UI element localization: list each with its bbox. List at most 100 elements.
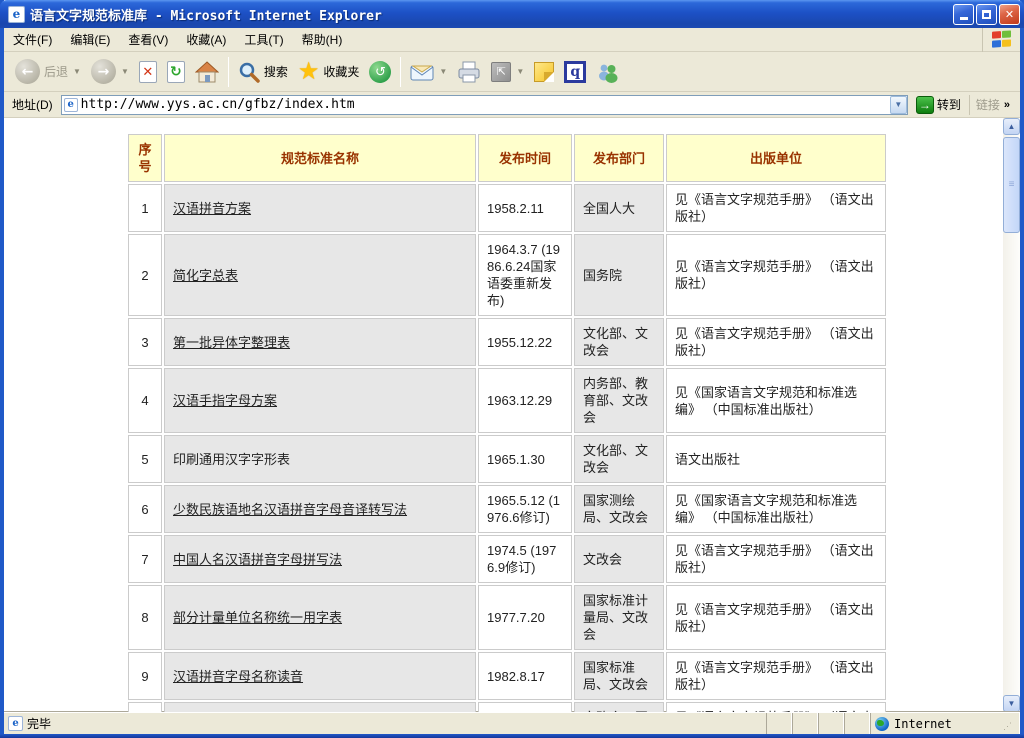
search-label: 搜索 [264,63,288,80]
standard-link[interactable]: 汉语拼音方案 [173,201,251,216]
close-button[interactable]: ✕ [999,4,1020,25]
table-row: 3 第一批异体字整理表 1955.12.22 文化部、文改会 见《语言文字规范手… [128,318,886,366]
row-pub: 见《语言文字规范手册》 （语文出版社） [666,652,886,700]
row-date: 1977.7.20 [478,585,572,650]
menu-help[interactable]: 帮助(H) [293,27,352,52]
security-zone-pane: Internet ⋰ [870,713,1020,734]
toolbar: ← 后退 ▼ → ▼ ✕ ↻ 搜索 [4,52,1020,92]
go-arrow-icon: → [916,96,934,114]
row-name: 汉语手指字母方案 [164,368,476,433]
links-label: 链接 [976,96,1000,113]
row-date: 1955.12.22 [478,318,572,366]
address-input[interactable] [81,97,890,112]
history-icon: ↺ [369,61,391,83]
row-pub: 语文出版社 [666,435,886,483]
col-header-dept: 发布部门 [574,134,664,182]
edit-button[interactable]: ⇱ ▼ [486,60,529,84]
search-button[interactable]: 搜索 [233,59,293,85]
row-no: 2 [128,234,162,316]
back-dropdown-icon[interactable]: ▼ [73,67,81,76]
row-dept: 文化部、文改会 [574,318,664,366]
row-name: 少数民族语地名汉语拼音字母音译转写法 [164,485,476,533]
address-combo: e ▼ [61,95,908,115]
minimize-button[interactable] [953,4,974,25]
status-message-pane: e 完毕 [4,713,766,734]
menu-tools[interactable]: 工具(T) [235,27,292,52]
row-dept: 文改会 [574,535,664,583]
status-ie-icon: e [8,716,23,731]
status-pane [766,713,792,734]
web-page: 序号 规范标准名称 发布时间 发布部门 出版单位 1 汉语拼音方案 1958.2… [4,118,1003,712]
go-button[interactable]: → 转到 [912,95,965,115]
row-dept: 文化部、文改会 [574,435,664,483]
menu-view[interactable]: 查看(V) [119,27,177,52]
row-pub: 见《国家语言文字规范和标准选编》 （中国标准出版社） [666,485,886,533]
favorites-label: 收藏夹 [323,63,359,80]
row-no: 8 [128,585,162,650]
edit-dropdown-icon[interactable]: ▼ [516,67,524,76]
messenger-people-icon [596,61,620,83]
maximize-icon [982,10,991,19]
menu-file[interactable]: 文件(F) [4,27,61,52]
status-text: 完毕 [27,715,51,732]
forward-dropdown-icon[interactable]: ▼ [121,67,129,76]
mail-icon [410,63,434,81]
row-dept: 国家标准计量局、文改会 [574,585,664,650]
refresh-button[interactable]: ↻ [162,59,190,85]
standard-link[interactable]: 第一批异体字整理表 [173,335,290,350]
mail-button[interactable]: ▼ [405,61,452,83]
row-no: 5 [128,435,162,483]
scroll-up-icon[interactable]: ▲ [1003,118,1020,135]
note-icon [534,62,554,82]
col-header-pub: 出版单位 [666,134,886,182]
row-no: 1 [128,184,162,232]
menu-favorites[interactable]: 收藏(A) [177,27,235,52]
discuss-button[interactable] [529,60,559,84]
menu-bar: 文件(F) 编辑(E) 查看(V) 收藏(A) 工具(T) 帮助(H) [4,28,1020,52]
history-button[interactable]: ↺ [364,59,396,85]
maximize-button[interactable] [976,4,997,25]
standard-link[interactable]: 部分计量单位名称统一用字表 [173,610,342,625]
row-pub: 见《语言文字规范手册》 （语文出版社） [666,535,886,583]
row-no: 10 [128,702,162,712]
row-pub: 见《语言文字规范手册》 （语文出版社） [666,318,886,366]
table-row: 7 中国人名汉语拼音字母拼写法 1974.5 (1976.9修订) 文改会 见《… [128,535,886,583]
status-pane [792,713,818,734]
standard-link[interactable]: 简化字总表 [173,268,238,283]
col-header-no: 序号 [128,134,162,182]
resize-grip[interactable]: ⋰ [1003,722,1013,732]
favorites-star-icon: ★ [298,62,320,82]
scrollbar-thumb[interactable] [1003,137,1020,233]
table-row: 10 汉字统一部首表（草案） 1983. 文改会、国家出版局 见《语言文字规范手… [128,702,886,712]
url-page-icon: e [64,98,78,112]
scrollbar-track[interactable] [1003,233,1020,695]
col-header-date: 发布时间 [478,134,572,182]
status-pane [844,713,870,734]
scroll-down-icon[interactable]: ▼ [1003,695,1020,712]
print-button[interactable] [452,59,486,85]
standard-link[interactable]: 中国人名汉语拼音字母拼写法 [173,552,342,567]
standard-link[interactable]: 汉语拼音字母名称读音 [173,669,303,684]
vertical-scrollbar[interactable]: ▲ ▼ [1003,118,1020,712]
links-button[interactable]: 链接 » [969,95,1016,115]
row-pub: 见《语言文字规范手册》 （语文出版社） [666,702,886,712]
stop-button[interactable]: ✕ [134,59,162,85]
q-logo-icon: q [564,61,586,83]
back-button[interactable]: ← 后退 ▼ [10,57,86,86]
address-dropdown-icon[interactable]: ▼ [890,96,907,114]
row-dept: 全国人大 [574,184,664,232]
menu-edit[interactable]: 编辑(E) [61,27,119,52]
standard-link[interactable]: 汉语手指字母方案 [173,393,277,408]
standard-link[interactable]: 少数民族语地名汉语拼音字母音译转写法 [173,502,407,517]
favorites-button[interactable]: ★ 收藏夹 [293,60,365,84]
home-button[interactable] [190,59,224,85]
q-tool-button[interactable]: q [559,59,591,85]
messenger-button[interactable] [591,59,625,85]
table-row: 4 汉语手指字母方案 1963.12.29 内务部、教育部、文改会 见《国家语言… [128,368,886,433]
minimize-icon [960,17,968,20]
status-bar: e 完毕 Internet ⋰ [4,712,1020,734]
forward-button[interactable]: → ▼ [86,57,134,86]
row-date: 1958.2.11 [478,184,572,232]
row-date: 1963.12.29 [478,368,572,433]
mail-dropdown-icon[interactable]: ▼ [439,67,447,76]
